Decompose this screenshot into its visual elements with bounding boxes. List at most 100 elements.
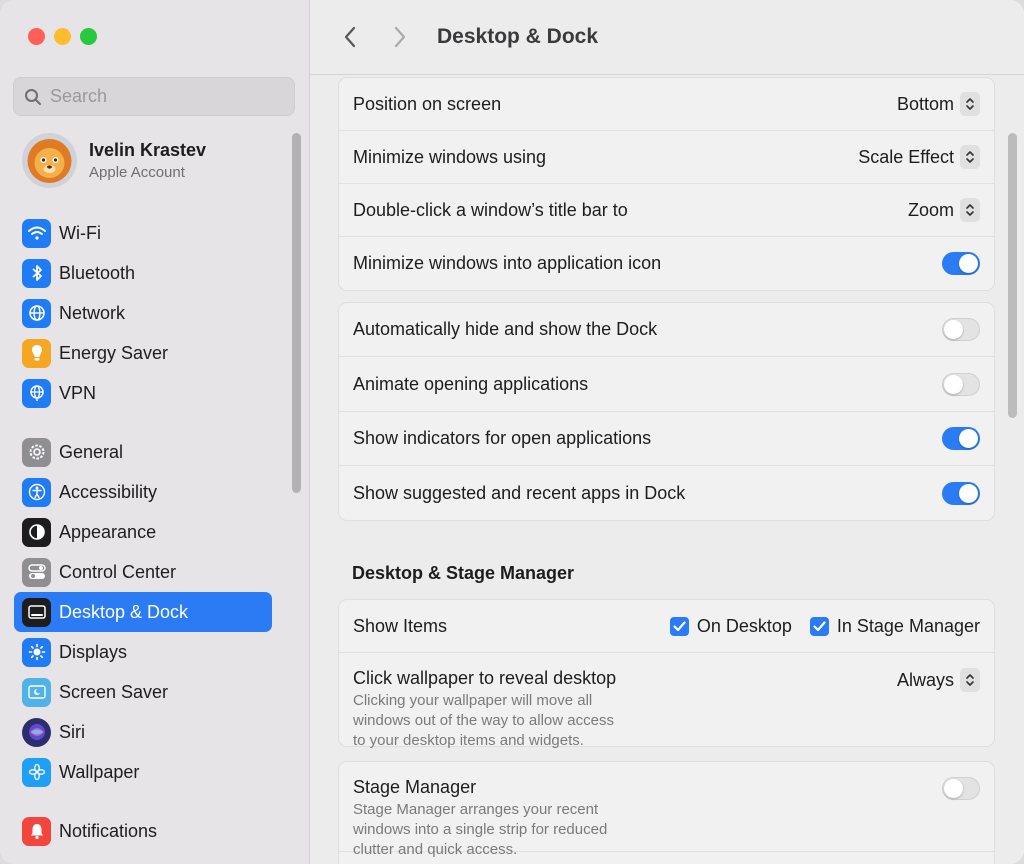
settings-window: Ivelin Krastev Apple Account Wi-Fi Bluet… xyxy=(0,0,1024,864)
sidebar-item-label: Control Center xyxy=(59,561,177,582)
sidebar-item-vpn[interactable]: VPN xyxy=(14,373,272,413)
row-description: Stage Manager arranges your recent windo… xyxy=(353,801,608,858)
chevron-left-icon xyxy=(344,26,356,48)
row-label: Minimize windows using xyxy=(353,146,547,167)
vpn-globe-icon xyxy=(22,378,51,408)
double-click-action-popup[interactable]: Zoom xyxy=(908,198,980,222)
up-down-chevron-icon xyxy=(960,668,981,692)
search-icon xyxy=(25,88,41,105)
on-desktop-checkbox[interactable]: On Desktop xyxy=(669,615,792,637)
stage-manager-panel: Stage Manager Stage Manager arranges you… xyxy=(338,761,995,864)
sidebar-item-general[interactable]: General xyxy=(14,432,272,472)
show-indicators-toggle[interactable] xyxy=(942,427,980,450)
minimize-effect-popup[interactable]: Scale Effect xyxy=(858,145,980,169)
animate-opening-toggle[interactable] xyxy=(942,372,980,396)
lightbulb-icon xyxy=(22,338,51,368)
row-label: Animate opening applications xyxy=(353,373,589,394)
apple-account[interactable]: Ivelin Krastev Apple Account xyxy=(22,133,206,188)
flower-icon xyxy=(22,757,51,787)
control-center-icon xyxy=(22,557,51,587)
sidebar-item-label: Wallpaper xyxy=(59,761,140,782)
sidebar-item-desktop-dock[interactable]: Desktop & Dock xyxy=(14,592,272,632)
sun-icon xyxy=(22,637,51,667)
stage-manager-toggle[interactable] xyxy=(942,777,980,800)
dock-behavior-panel: Automatically hide and show the Dock Ani… xyxy=(338,302,995,521)
row-label: Click wallpaper to reveal desktop xyxy=(353,668,617,688)
auto-hide-dock-row: Automatically hide and show the Dock xyxy=(339,303,994,357)
show-items-row: Show Items On Desktop In Stage Manager xyxy=(339,600,994,653)
in-stage-manager-checkbox[interactable]: In Stage Manager xyxy=(809,616,980,637)
bluetooth-icon xyxy=(22,258,51,288)
sidebar-item-wallpaper[interactable]: Wallpaper xyxy=(14,752,272,792)
avatar xyxy=(22,133,77,188)
suggested-apps-row: Show suggested and recent apps in Dock xyxy=(339,466,994,520)
click-wallpaper-row: Click wallpaper to reveal desktop Clicki… xyxy=(339,653,994,749)
sidebar-item-label: Bluetooth xyxy=(59,262,136,283)
sidebar-item-wifi[interactable]: Wi-Fi xyxy=(14,213,272,253)
sidebar-item-appearance[interactable]: Appearance xyxy=(14,512,272,552)
minimize-window-button[interactable] xyxy=(54,28,71,45)
popup-value: Zoom xyxy=(907,199,954,220)
minimize-into-icon-toggle[interactable] xyxy=(942,252,980,275)
sidebar-nav: Wi-Fi Bluetooth Network Energy Saver VPN… xyxy=(14,213,272,851)
up-down-chevron-icon xyxy=(960,92,980,116)
zoom-window-button[interactable] xyxy=(80,28,97,45)
sidebar-item-accessibility[interactable]: Accessibility xyxy=(14,472,272,512)
siri-icon xyxy=(22,717,51,747)
sidebar-item-label: Network xyxy=(59,302,126,323)
globe-icon xyxy=(22,298,51,328)
minimize-into-icon-row: Minimize windows into application icon xyxy=(339,237,994,290)
window-controls xyxy=(28,28,97,45)
sidebar-item-label: Accessibility xyxy=(59,481,158,502)
sidebar-item-bluetooth[interactable]: Bluetooth xyxy=(14,253,272,293)
row-description: Clicking your wallpaper will move all wi… xyxy=(353,692,614,749)
sidebar-item-label: Displays xyxy=(59,641,128,662)
appearance-icon xyxy=(22,517,51,547)
page-title: Desktop & Dock xyxy=(437,25,599,48)
bell-icon xyxy=(22,816,51,846)
popup-value: Bottom xyxy=(896,93,954,114)
sidebar-item-notifications[interactable]: Notifications xyxy=(14,811,272,851)
show-indicators-row: Show indicators for open applications xyxy=(339,412,994,466)
sidebar-item-control-center[interactable]: Control Center xyxy=(14,552,272,592)
row-label: Stage Manager xyxy=(353,777,477,797)
sidebar-item-energy-saver[interactable]: Energy Saver xyxy=(14,333,272,373)
sidebar-scrollbar[interactable] xyxy=(292,133,301,493)
close-window-button[interactable] xyxy=(28,28,45,45)
suggested-apps-toggle[interactable] xyxy=(942,481,980,505)
main-content: Desktop & Dock Position on screen Bottom… xyxy=(310,0,1024,864)
content-scrollbar[interactable] xyxy=(1008,133,1017,418)
double-click-title-bar-row: Double-click a window’s title bar to Zoo… xyxy=(339,184,994,237)
up-down-chevron-icon xyxy=(960,145,980,169)
lion-memoji-icon xyxy=(27,139,72,183)
account-subtitle: Apple Account xyxy=(89,164,185,181)
row-label: Double-click a window’s title bar to xyxy=(353,199,628,220)
position-popup[interactable]: Bottom xyxy=(897,92,980,116)
animate-opening-row: Animate opening applications xyxy=(339,357,994,412)
search-box[interactable] xyxy=(13,77,295,116)
gear-icon xyxy=(22,437,51,467)
checkbox-label: On Desktop xyxy=(696,615,792,636)
sidebar-item-displays[interactable]: Displays xyxy=(14,632,272,672)
row-label: Minimize windows into application icon xyxy=(353,253,662,273)
position-on-screen-row: Position on screen Bottom xyxy=(339,78,994,131)
sidebar-item-screen-saver[interactable]: Screen Saver xyxy=(14,672,272,712)
up-down-chevron-icon xyxy=(960,198,980,222)
row-label: Show suggested and recent apps in Dock xyxy=(353,482,686,503)
section-title: Desktop & Stage Manager xyxy=(352,563,575,583)
desktop-stage-panel: Show Items On Desktop In Stage Manager C… xyxy=(338,599,995,749)
search-input[interactable] xyxy=(50,86,270,107)
back-button[interactable] xyxy=(335,22,365,52)
click-wallpaper-popup[interactable]: Always xyxy=(897,668,981,692)
forward-button[interactable] xyxy=(385,22,415,52)
sidebar-item-label: Siri xyxy=(59,721,85,742)
sidebar-item-siri[interactable]: Siri xyxy=(14,712,272,752)
sidebar-item-label: Desktop & Dock xyxy=(59,601,189,622)
sidebar: Ivelin Krastev Apple Account Wi-Fi Bluet… xyxy=(0,0,310,864)
row-label: Show Items xyxy=(353,615,448,636)
auto-hide-dock-toggle[interactable] xyxy=(942,318,980,341)
screen-saver-icon xyxy=(22,677,51,707)
sidebar-item-network[interactable]: Network xyxy=(14,293,272,333)
dock-icon xyxy=(22,597,51,627)
row-label: Show indicators for open applications xyxy=(353,428,652,448)
